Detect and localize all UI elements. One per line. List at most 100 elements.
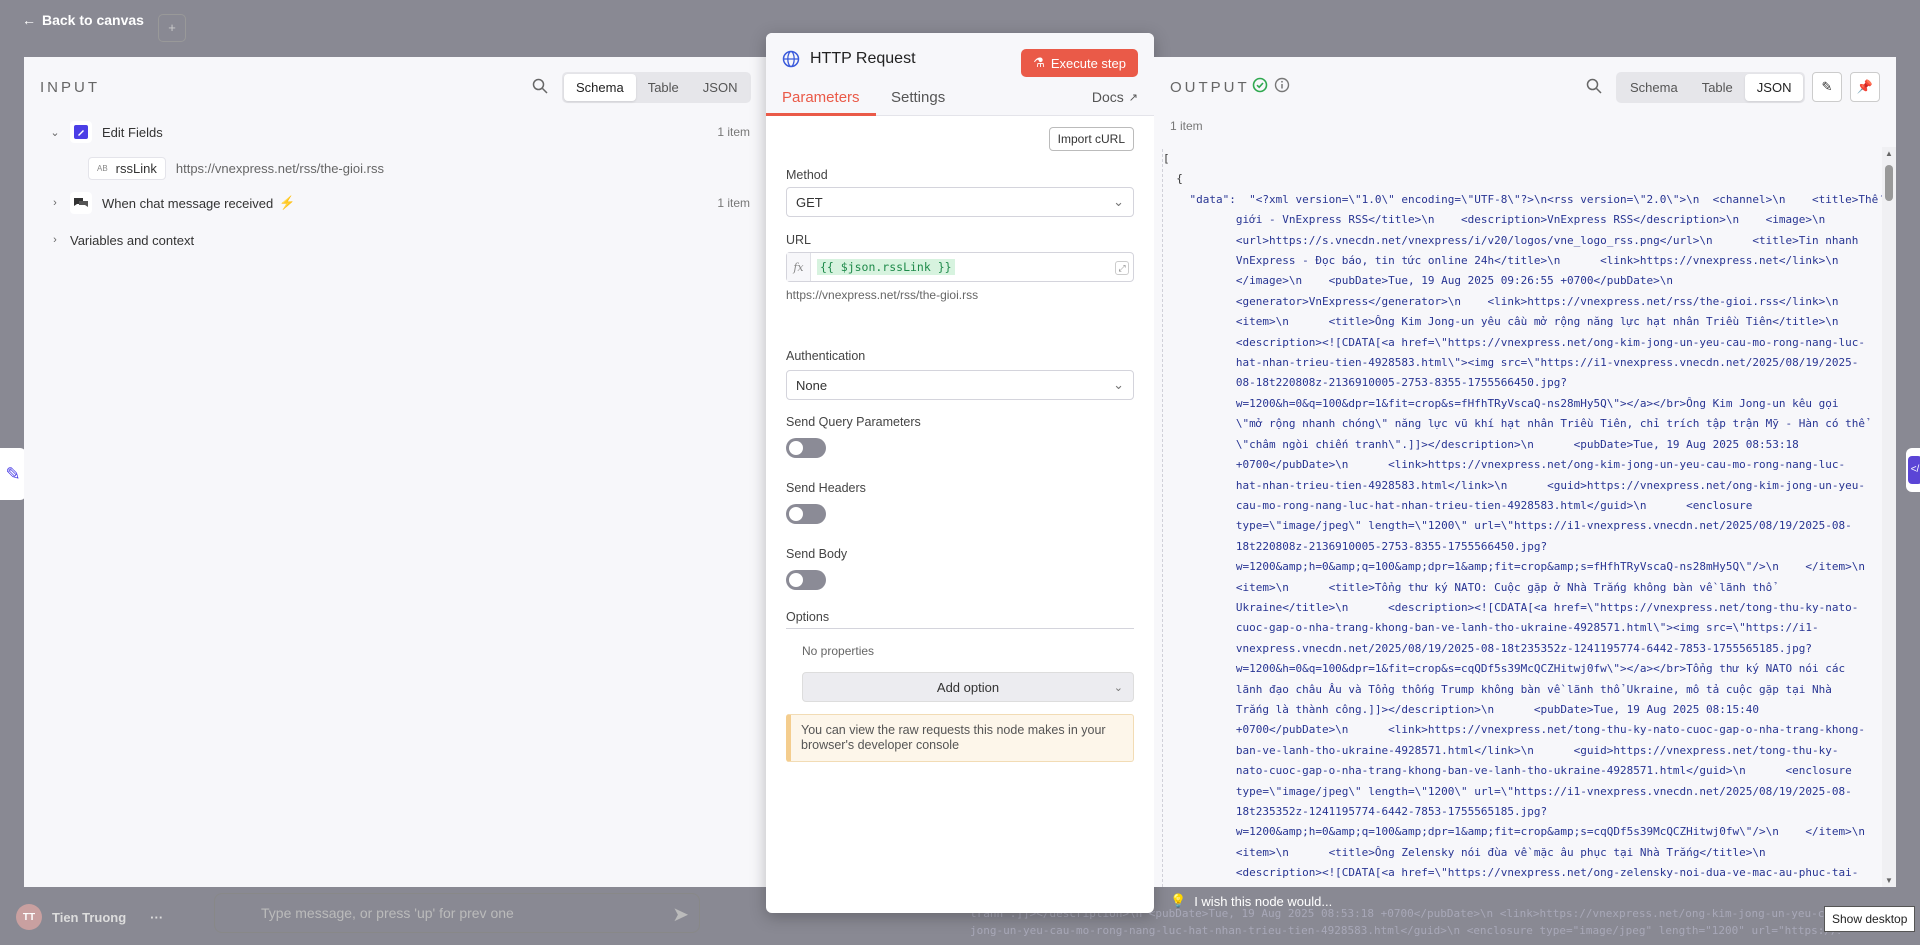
tree-item-label: When chat message received — [102, 195, 274, 211]
json-scrollbar[interactable]: ▲ ▼ — [1882, 147, 1896, 887]
json-line: Ukraine</title>\n <description><![CDATA[… — [1163, 600, 1859, 614]
method-label: Method — [786, 168, 828, 182]
json-line: <generator>VnExpress</generator>\n <link… — [1163, 294, 1839, 308]
input-title: INPUT — [40, 79, 100, 96]
send-query-toggle[interactable] — [786, 438, 826, 458]
json-output-view[interactable]: [ { "data": "<?xml version=\"1.0\" encod… — [1162, 149, 1882, 887]
chevron-right-icon[interactable]: › — [48, 197, 62, 209]
options-divider — [786, 628, 1134, 629]
node-title-text[interactable]: HTTP Request — [810, 50, 916, 68]
chat-icon — [70, 192, 92, 214]
back-to-canvas-link[interactable]: ← Back to canvas — [22, 12, 144, 28]
output-view-schema[interactable]: Schema — [1618, 74, 1690, 101]
chevron-down-icon[interactable]: ⌄ — [48, 126, 62, 139]
json-line: nato-cuoc-gap-o-nha-trang-khong-ban-ve-l… — [1163, 764, 1852, 778]
output-panel: OUTPUT Schema Table JSON ✎ 📌 1 item [ { … — [1154, 57, 1896, 887]
json-line: cuoc-gap-o-nha-trang-khong-ban-ve-lanh-t… — [1163, 621, 1819, 635]
authentication-select[interactable]: None ⌄ — [786, 370, 1134, 400]
json-line: <item>\n <title>Tổng thư ký NATO: Cuộc g… — [1163, 580, 1773, 594]
tab-settings[interactable]: Settings — [891, 89, 945, 106]
scroll-down-icon[interactable]: ▼ — [1885, 876, 1893, 885]
no-properties-text: No properties — [802, 644, 875, 658]
tree-item-label: Edit Fields — [102, 124, 163, 140]
chat-placeholder: Type message, or press 'up' for prev one — [261, 905, 514, 921]
tab-parameters[interactable]: Parameters — [782, 89, 860, 106]
json-line: ban-ve-lanh-tho-ukraine-4928571.html</li… — [1163, 743, 1839, 757]
tree-item-chat-trigger[interactable]: › When chat message received ⚡ 1 item — [48, 189, 766, 217]
tree-item-variables[interactable]: › Variables and context — [48, 226, 766, 254]
output-view-json[interactable]: JSON — [1744, 74, 1804, 101]
json-line: +0700</pubDate>\n <link>https://vnexpres… — [1163, 723, 1865, 737]
json-line: hat-nhan-trieu-tien-4928583.html\"><img … — [1163, 356, 1859, 370]
output-item-count: 1 item — [1170, 119, 1203, 133]
user-name: Tien Truong — [52, 909, 127, 925]
tree-item-edit-fields[interactable]: ⌄ Edit Fields 1 item — [48, 118, 766, 146]
chat-input[interactable]: Type message, or press 'up' for prev one… — [214, 893, 700, 933]
json-line: VnExpress - Đọc báo, tin tức online 24h<… — [1163, 254, 1839, 268]
output-view-toggle: Schema Table JSON — [1616, 72, 1806, 103]
field-chip[interactable]: AB rssLink — [88, 156, 166, 180]
import-curl-button[interactable]: Import cURL — [1048, 127, 1134, 151]
scrollbar-thumb[interactable] — [1885, 165, 1893, 201]
json-line: <url>https://s.vnecdn.net/vnexpress/i/v2… — [1163, 233, 1859, 247]
json-line: \"mở rộng nhanh chóng\" năng lực vũ khí … — [1163, 417, 1865, 431]
output-title: OUTPUT — [1170, 79, 1250, 96]
docs-link[interactable]: Docs ↗ — [1092, 89, 1138, 105]
feedback-link[interactable]: 💡 I wish this node would... — [1170, 893, 1332, 909]
pin-icon: 📌 — [1856, 79, 1874, 94]
search-icon[interactable] — [1586, 78, 1602, 94]
authentication-label: Authentication — [786, 349, 866, 363]
globe-icon — [782, 50, 800, 68]
show-desktop-button[interactable]: Show desktop — [1824, 906, 1916, 932]
output-view-table[interactable]: Table — [1690, 74, 1745, 101]
pencil-icon[interactable]: ✎ — [0, 448, 26, 500]
add-option-button[interactable]: Add option ⌄ — [802, 672, 1134, 702]
input-view-table[interactable]: Table — [636, 74, 691, 101]
json-line: 18t235352z-1241195774-6442-7853-17555651… — [1163, 805, 1548, 818]
json-line: <item>\n <title>Ông Kim Jong-un yêu cầu … — [1163, 315, 1839, 329]
pin-data-button[interactable]: 📌 — [1850, 72, 1880, 102]
url-label: URL — [786, 233, 812, 247]
node-settings-panel: HTTP Request ⚗ Execute step Parameters S… — [766, 33, 1154, 913]
more-icon[interactable]: ··· — [150, 910, 163, 925]
chevron-right-icon[interactable]: › — [48, 234, 62, 246]
options-label: Options — [786, 610, 830, 624]
info-icon[interactable] — [1274, 77, 1290, 93]
edit-output-button[interactable]: ✎ — [1812, 72, 1842, 102]
side-handle-right[interactable]: </ — [1906, 448, 1920, 492]
string-type-icon: AB — [97, 163, 108, 173]
input-view-json[interactable]: JSON — [691, 74, 750, 101]
search-icon[interactable] — [532, 78, 548, 94]
item-count: 1 item — [717, 125, 750, 139]
input-view-schema[interactable]: Schema — [564, 74, 636, 101]
chevron-down-icon: ⌄ — [1113, 681, 1123, 694]
pencil-icon: ✎ — [1821, 79, 1833, 94]
chevron-down-icon: ⌄ — [1113, 377, 1124, 392]
method-select[interactable]: GET ⌄ — [786, 187, 1134, 217]
success-check-icon — [1252, 77, 1268, 93]
add-tab-button[interactable]: + — [158, 14, 186, 42]
url-input[interactable]: fx {{ $json.rssLink }} ⤢ — [786, 252, 1134, 282]
send-headers-toggle[interactable] — [786, 504, 826, 524]
json-line: <description><![CDATA[<a href=\"https://… — [1163, 335, 1865, 349]
expand-icon[interactable]: ⤢ — [1115, 261, 1129, 275]
execute-step-button[interactable]: ⚗ Execute step — [1021, 49, 1138, 77]
output-status-icons — [1252, 77, 1290, 93]
send-icon[interactable]: ➤ — [672, 902, 689, 927]
authentication-value: None — [796, 377, 828, 393]
json-line: 18t220808z-2136910005-2753-8355-17555664… — [1163, 539, 1548, 553]
json-line: Trắng là thành công.]]></description>\n … — [1163, 702, 1760, 716]
user-profile[interactable]: TT Tien Truong ··· — [16, 904, 163, 930]
json-line: </image>\n <pubDate>Tue, 19 Aug 2025 09:… — [1163, 274, 1673, 288]
lightning-icon: ⚡ — [279, 195, 296, 210]
json-line: \"châm ngòi chiến tranh\".]]></descripti… — [1163, 437, 1799, 451]
scroll-up-icon[interactable]: ▲ — [1885, 149, 1893, 158]
json-line: <description><![CDATA[<a href=\"https://… — [1163, 866, 1859, 880]
send-query-label: Send Query Parameters — [786, 415, 921, 429]
developer-console-notice: You can view the raw requests this node … — [786, 714, 1134, 762]
arrow-left-icon: ← — [22, 12, 36, 28]
send-body-toggle[interactable] — [786, 570, 826, 590]
expression-icon: fx — [787, 253, 811, 281]
json-line: w=1200&amp;h=0&amp;q=100&amp;dpr=1&amp;f… — [1163, 560, 1865, 574]
node-header: HTTP Request ⚗ Execute step Parameters S… — [766, 33, 1154, 116]
